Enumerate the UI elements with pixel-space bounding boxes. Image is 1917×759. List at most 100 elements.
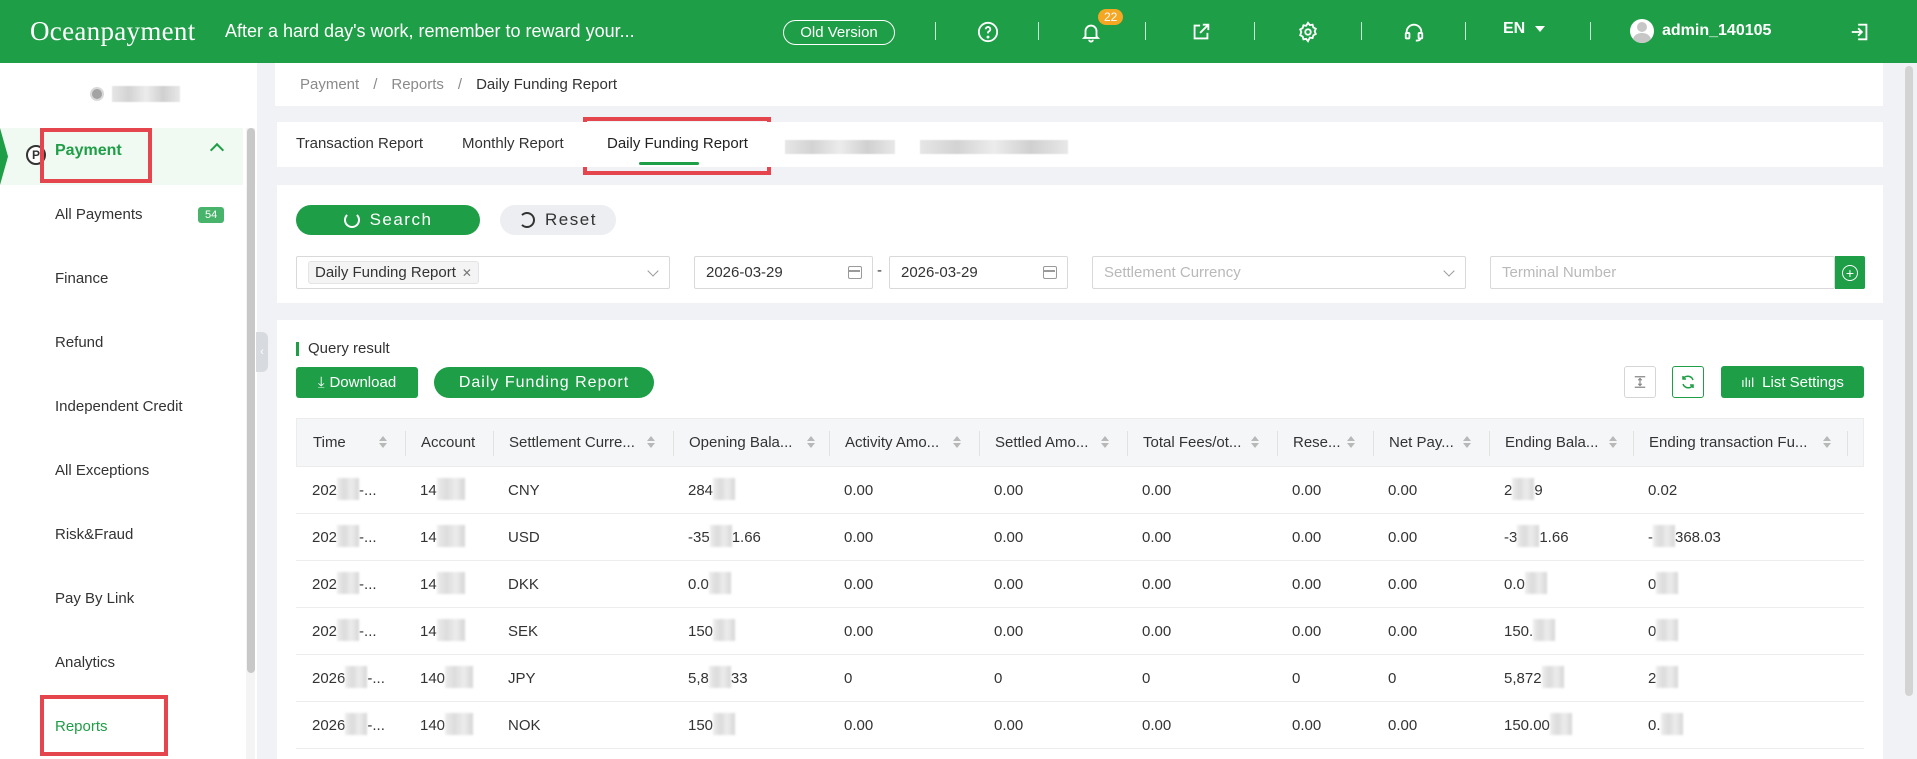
table-row[interactable]: 2026 -... 140 JPY 5,8 33 0 0 0 0 0 5,872 2 (296, 655, 1864, 702)
sidebar-item-all-payments[interactable]: All Payments (55, 206, 143, 223)
download-button[interactable]: ⤓ Download (296, 367, 418, 398)
column-header-ending-balance[interactable]: Ending Bala... (1505, 434, 1598, 451)
column-header-activity-amount[interactable]: Activity Amo... (845, 434, 939, 451)
sidebar-scrollbar[interactable] (247, 128, 255, 673)
column-header-ending-transaction-fund[interactable]: Ending transaction Fu... (1649, 434, 1807, 451)
close-icon[interactable]: ✕ (462, 266, 472, 280)
sidebar-item-refund[interactable]: Refund (55, 334, 103, 351)
cell-account: 140 (420, 713, 474, 736)
end-date-field[interactable]: 2026-03-29 (889, 256, 1068, 289)
column-header-reserve[interactable]: Rese... (1293, 434, 1341, 451)
sort-icon[interactable] (1823, 436, 1831, 448)
start-date-field[interactable]: 2026-03-29 (694, 256, 873, 289)
column-divider[interactable] (493, 431, 494, 456)
date-separator: - (877, 262, 882, 279)
cell-time: 2026 -... (312, 666, 385, 689)
sidebar-collapse-button[interactable]: ‹ (256, 332, 268, 372)
breadcrumb-payment[interactable]: Payment (300, 76, 359, 93)
chevron-down-icon (1443, 265, 1455, 277)
sort-icon[interactable] (1251, 436, 1259, 448)
add-terminal-button[interactable]: + (1835, 256, 1865, 289)
sort-icon[interactable] (1463, 436, 1471, 448)
tab-monthly-report[interactable]: Monthly Report (462, 135, 564, 152)
sort-icon[interactable] (1347, 436, 1355, 448)
sort-icon[interactable] (953, 436, 961, 448)
cell-account: 140 (420, 666, 474, 689)
search-button[interactable]: Search (296, 205, 480, 235)
column-divider[interactable] (405, 431, 406, 456)
column-divider[interactable] (1127, 431, 1128, 456)
sidebar-item-finance[interactable]: Finance (55, 270, 108, 287)
sidebar-item-analytics[interactable]: Analytics (55, 654, 115, 671)
table-row[interactable]: 202 -... 14 CNY 284 0.00 0.00 0.00 0.00 0… (296, 467, 1864, 514)
settlement-currency-select[interactable]: Settlement Currency (1092, 256, 1466, 289)
main-scrollbar[interactable] (1905, 66, 1913, 696)
cell-time: 202 -... (312, 619, 377, 642)
reset-button-label: Reset (545, 210, 597, 229)
refresh-button[interactable] (1672, 366, 1704, 398)
column-header-account[interactable]: Account (421, 434, 475, 451)
cell-account: 14 (420, 478, 465, 501)
column-divider[interactable] (1373, 431, 1374, 456)
sidebar-item-independent-credit[interactable]: Independent Credit (55, 398, 183, 415)
column-divider[interactable] (979, 431, 980, 456)
user-menu[interactable]: admin_140105 (1630, 19, 1771, 43)
sort-icon[interactable] (807, 436, 815, 448)
cell-ending-transaction-fund: 0. (1648, 713, 1683, 736)
sort-icon[interactable] (1609, 436, 1617, 448)
slogan: After a hard day's work, remember to rew… (225, 21, 635, 41)
reset-button[interactable]: Reset (500, 205, 616, 235)
column-header-settled-amount[interactable]: Settled Amo... (995, 434, 1088, 451)
cell-total-fees: 0.00 (1142, 623, 1172, 640)
cell-currency: DKK (508, 576, 539, 593)
column-divider[interactable] (1847, 431, 1848, 456)
sort-icon[interactable] (379, 436, 387, 448)
old-version-button[interactable]: Old Version (783, 20, 895, 45)
column-divider[interactable] (1633, 431, 1634, 456)
column-divider[interactable] (1277, 431, 1278, 456)
tab-masked[interactable] (785, 140, 895, 154)
sort-icon[interactable] (1101, 436, 1109, 448)
column-header-time[interactable]: Time (313, 434, 346, 451)
sidebar-item-all-exceptions[interactable]: All Exceptions (55, 462, 149, 479)
gear-icon[interactable] (1294, 18, 1322, 46)
column-header-opening-balance[interactable]: Opening Bala... (689, 434, 792, 451)
column-header-total-fees[interactable]: Total Fees/ot... (1143, 434, 1241, 451)
logout-icon[interactable] (1846, 18, 1874, 46)
help-icon[interactable] (974, 18, 1002, 46)
table-row[interactable]: 2026 -... 140 NOK 150 0.00 0.00 0.00 0.00… (296, 702, 1864, 749)
table-row[interactable]: 202 -... 14 USD -35 1.66 0.00 0.00 0.00 0.… (296, 514, 1864, 561)
column-divider[interactable] (829, 431, 830, 456)
table-row[interactable]: 202 -... 14 DKK 0.0 0.00 0.00 0.00 0.00 0… (296, 561, 1864, 608)
tab-transaction-report[interactable]: Transaction Report (296, 135, 423, 152)
cell-opening-balance: 150 (688, 619, 736, 642)
divider (935, 22, 936, 40)
tab-daily-funding-report[interactable]: Daily Funding Report (607, 135, 748, 152)
column-height-button[interactable] (1624, 366, 1656, 398)
breadcrumb-reports[interactable]: Reports (391, 76, 444, 93)
table-row[interactable]: 202 -... 14 SEK 150 0.00 0.00 0.00 0.00 0… (296, 608, 1864, 655)
cell-account: 14 (420, 619, 465, 642)
cell-time: 2026 -... (312, 713, 385, 736)
report-type-select[interactable]: Daily Funding Report ✕ (296, 256, 670, 289)
sort-icon[interactable] (647, 436, 655, 448)
settlement-currency-placeholder: Settlement Currency (1104, 264, 1241, 281)
cell-settled-amount: 0.00 (994, 529, 1024, 546)
divider (1038, 22, 1039, 40)
column-divider[interactable] (1489, 431, 1490, 456)
list-settings-button[interactable]: ılıl List Settings (1721, 366, 1864, 398)
terminal-number-input[interactable]: Terminal Number (1490, 256, 1835, 289)
logo[interactable]: Oceanpayment (0, 16, 210, 47)
column-divider[interactable] (673, 431, 674, 456)
search-button-label: Search (369, 210, 433, 229)
sidebar-item-risk-fraud[interactable]: Risk&Fraud (55, 526, 133, 543)
headset-icon[interactable] (1400, 18, 1428, 46)
tab-masked[interactable] (920, 140, 1068, 154)
column-header-settlement-currency[interactable]: Settlement Curre... (509, 434, 635, 451)
column-header-net-payout[interactable]: Net Pay... (1389, 434, 1454, 451)
sidebar-item-pay-by-link[interactable]: Pay By Link (55, 590, 134, 607)
language-select[interactable]: EN (1503, 20, 1546, 38)
daily-funding-report-button[interactable]: Daily Funding Report (434, 367, 654, 398)
external-link-icon[interactable] (1187, 18, 1215, 46)
cell-settled-amount: 0.00 (994, 576, 1024, 593)
